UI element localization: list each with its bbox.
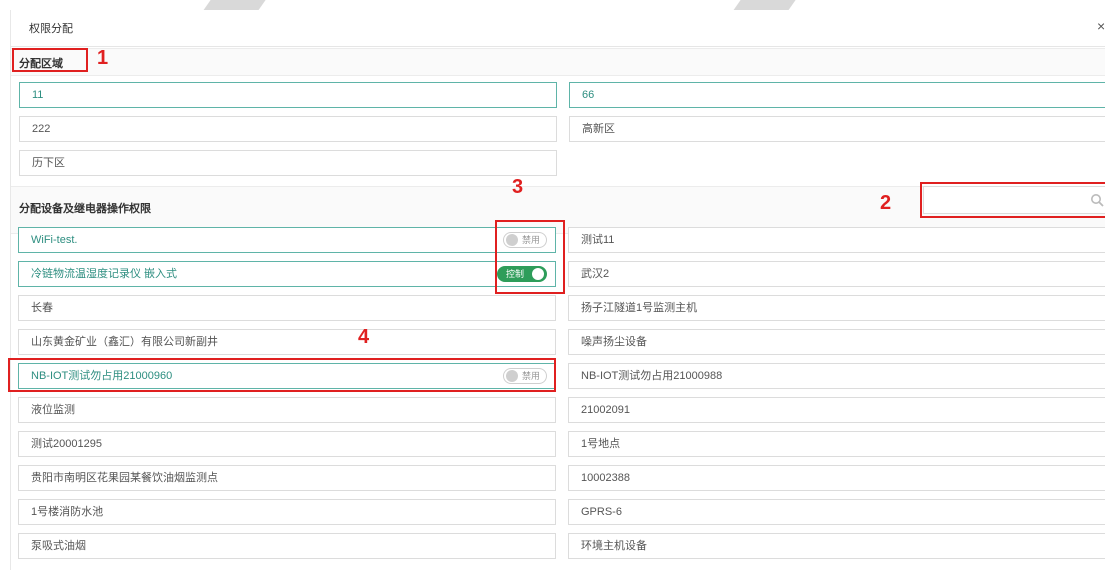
toggle-label: 控制 bbox=[506, 269, 525, 279]
device-item[interactable]: 泵吸式油烟 bbox=[18, 533, 556, 559]
relay-toggle-off[interactable]: 禁用 bbox=[503, 368, 547, 384]
close-icon[interactable]: × bbox=[1097, 18, 1105, 34]
region-item[interactable]: 222 bbox=[19, 116, 557, 142]
device-item[interactable]: 1号楼消防水池 bbox=[18, 499, 556, 525]
device-label: NB-IOT测试勿占用21000988 bbox=[581, 370, 723, 382]
device-item[interactable]: 测试20001295 bbox=[18, 431, 556, 457]
device-label: 泵吸式油烟 bbox=[31, 540, 86, 552]
background-strip bbox=[0, 0, 1105, 16]
device-label: 1号地点 bbox=[581, 438, 621, 450]
device-label: 武汉2 bbox=[581, 268, 610, 280]
region-section-header bbox=[11, 48, 1105, 76]
toggle-knob bbox=[532, 268, 544, 280]
region-item[interactable]: 历下区 bbox=[19, 150, 557, 176]
device-item[interactable]: NB-IOT测试勿占用21000988 bbox=[568, 363, 1105, 389]
device-item[interactable]: 贵阳市南明区花果园某餐饮油烟监测点 bbox=[18, 465, 556, 491]
toggle-knob bbox=[506, 370, 518, 382]
device-label: NB-IOT测试勿占用21000960 bbox=[31, 370, 173, 382]
device-item[interactable]: 10002388 bbox=[568, 465, 1105, 491]
device-label: WiFi-test. bbox=[31, 234, 78, 246]
device-item[interactable]: 1号地点 bbox=[568, 431, 1105, 457]
device-label: 长春 bbox=[31, 302, 53, 314]
device-item[interactable]: 测试11 bbox=[568, 227, 1105, 253]
toggle-knob bbox=[506, 234, 518, 246]
dialog-header: 权限分配 × bbox=[11, 10, 1105, 47]
device-item[interactable]: 液位监测 bbox=[18, 397, 556, 423]
device-item[interactable]: 武汉2 bbox=[568, 261, 1105, 287]
device-search-input[interactable] bbox=[923, 186, 1105, 214]
region-section-title: 分配区域 bbox=[19, 58, 63, 70]
device-label: 贵阳市南明区花果园某餐饮油烟监测点 bbox=[31, 472, 218, 484]
device-label: 噪声扬尘设备 bbox=[581, 336, 647, 348]
relay-toggle-on[interactable]: 控制 bbox=[497, 266, 547, 282]
device-item[interactable]: 噪声扬尘设备 bbox=[568, 329, 1105, 355]
device-label: 测试11 bbox=[581, 234, 615, 246]
dialog-title: 权限分配 bbox=[29, 23, 73, 35]
device-label: 液位监测 bbox=[31, 404, 75, 416]
device-label: 扬子江隧道1号监测主机 bbox=[581, 302, 698, 314]
device-item[interactable]: 长春 bbox=[18, 295, 556, 321]
device-label: GPRS-6 bbox=[581, 506, 622, 518]
device-label: 山东黄金矿业（鑫汇）有限公司新副井 bbox=[31, 336, 218, 348]
device-label: 21002091 bbox=[581, 404, 630, 416]
device-label: 测试20001295 bbox=[31, 438, 102, 450]
device-label: 冷链物流温湿度记录仪 嵌入式 bbox=[31, 268, 178, 280]
toggle-label: 禁用 bbox=[522, 371, 541, 381]
device-item[interactable]: NB-IOT测试勿占用21000960 禁用 bbox=[18, 363, 556, 389]
device-item[interactable]: 21002091 bbox=[568, 397, 1105, 423]
device-item[interactable]: 环境主机设备 bbox=[568, 533, 1105, 559]
device-label: 10002388 bbox=[581, 472, 630, 484]
device-label: 环境主机设备 bbox=[581, 540, 647, 552]
callout-3: 3 bbox=[512, 176, 524, 198]
device-label: 1号楼消防水池 bbox=[31, 506, 104, 518]
region-item[interactable]: 高新区 bbox=[569, 116, 1105, 142]
device-item[interactable]: 扬子江隧道1号监测主机 bbox=[568, 295, 1105, 321]
callout-2: 2 bbox=[880, 192, 892, 214]
device-section-title: 分配设备及继电器操作权限 bbox=[19, 203, 151, 215]
device-item[interactable]: WiFi-test. 禁用 bbox=[18, 227, 556, 253]
callout-4: 4 bbox=[358, 326, 370, 348]
region-item[interactable]: 66 bbox=[569, 82, 1105, 108]
device-item[interactable]: GPRS-6 bbox=[568, 499, 1105, 525]
device-item[interactable]: 冷链物流温湿度记录仪 嵌入式 控制 bbox=[18, 261, 556, 287]
device-item[interactable]: 山东黄金矿业（鑫汇）有限公司新副井 bbox=[18, 329, 556, 355]
region-item[interactable]: 11 bbox=[19, 82, 557, 108]
search-icon[interactable] bbox=[1090, 193, 1104, 207]
callout-1: 1 bbox=[97, 47, 109, 69]
toggle-label: 禁用 bbox=[522, 235, 541, 245]
relay-toggle-off[interactable]: 禁用 bbox=[503, 232, 547, 248]
